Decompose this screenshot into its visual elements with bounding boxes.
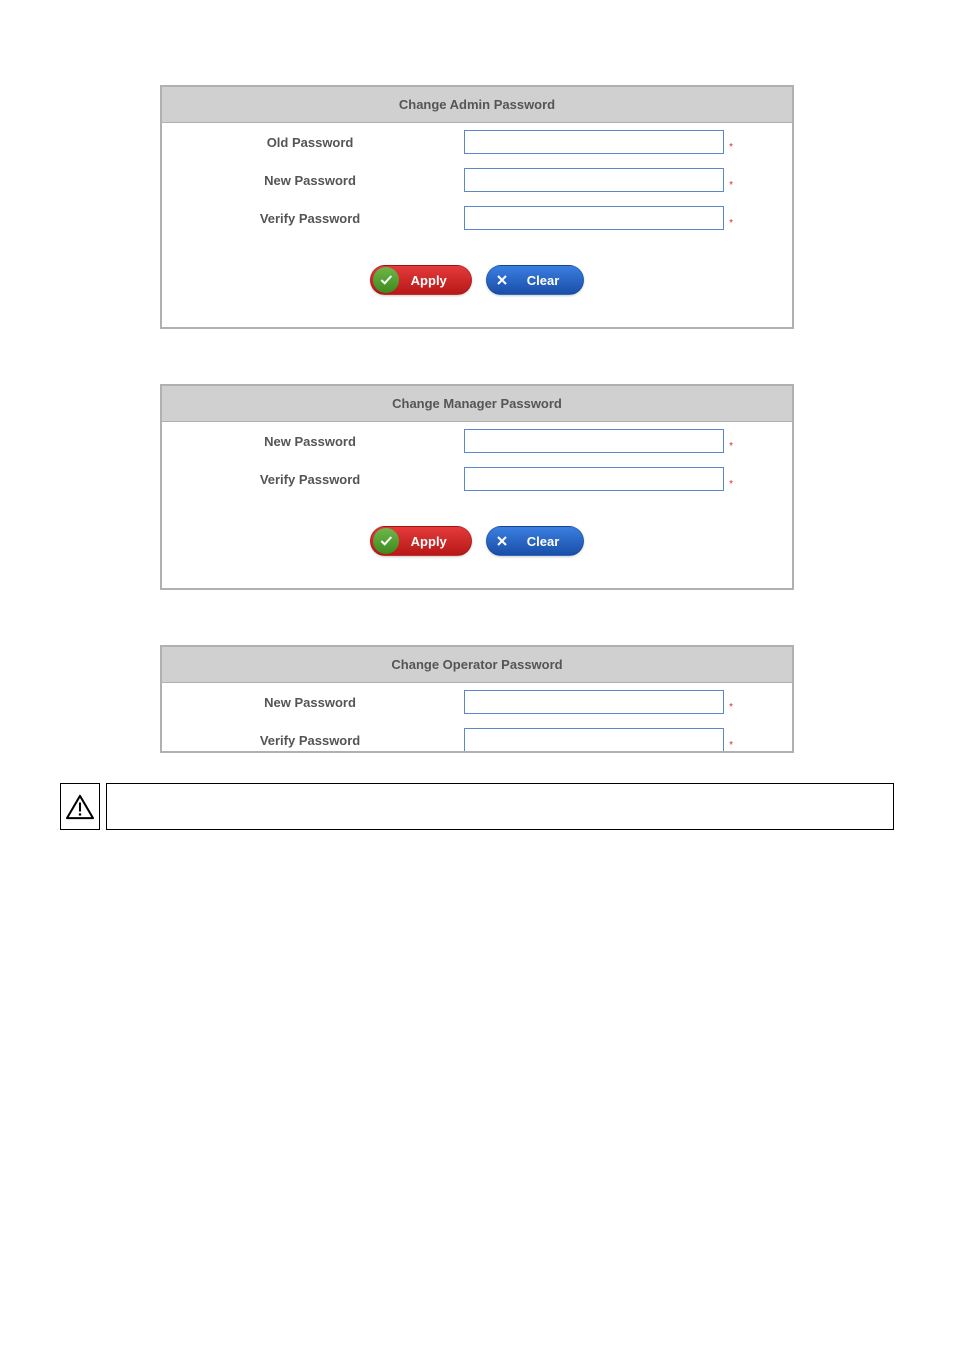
admin-verify-password-input[interactable]: [464, 206, 724, 230]
admin-new-password-input[interactable]: [464, 168, 724, 192]
operator-new-password-row: New Password *: [162, 683, 792, 721]
new-password-label: New Password: [162, 173, 458, 188]
apply-button-label: Apply: [401, 534, 471, 549]
admin-button-row: Apply Clear: [162, 237, 792, 327]
clear-button[interactable]: Clear: [486, 265, 585, 295]
required-mark-icon: *: [729, 740, 733, 751]
new-password-label: New Password: [162, 695, 458, 710]
manager-password-panel: Change Manager Password New Password * V…: [160, 384, 794, 590]
manager-new-password-row: New Password *: [162, 422, 792, 460]
operator-panel-title: Change Operator Password: [162, 647, 792, 683]
manager-panel-title: Change Manager Password: [162, 386, 792, 422]
admin-old-password-row: Old Password *: [162, 123, 792, 161]
old-password-label: Old Password: [162, 135, 458, 150]
apply-button[interactable]: Apply: [370, 265, 472, 295]
verify-password-label: Verify Password: [162, 211, 458, 226]
manager-button-row: Apply Clear: [162, 498, 792, 588]
operator-verify-password-row: Verify Password *: [162, 721, 792, 753]
clear-button-label: Clear: [517, 273, 584, 288]
required-mark-icon: *: [729, 441, 733, 452]
operator-new-password-input[interactable]: [464, 690, 724, 714]
admin-new-password-row: New Password *: [162, 161, 792, 199]
required-mark-icon: *: [729, 218, 733, 229]
required-mark-icon: *: [729, 142, 733, 153]
required-mark-icon: *: [729, 702, 733, 713]
page-wrapper: Change Admin Password Old Password * New…: [0, 0, 954, 753]
x-icon: [489, 528, 515, 554]
verify-password-label: Verify Password: [162, 733, 458, 748]
x-icon: [489, 267, 515, 293]
check-icon: [373, 528, 399, 554]
clear-button[interactable]: Clear: [486, 526, 585, 556]
admin-verify-password-row: Verify Password *: [162, 199, 792, 237]
note-callout: [0, 783, 954, 830]
admin-password-panel: Change Admin Password Old Password * New…: [160, 85, 794, 329]
warning-triangle-icon: [65, 794, 95, 820]
apply-button-label: Apply: [401, 273, 471, 288]
apply-button[interactable]: Apply: [370, 526, 472, 556]
clear-button-label: Clear: [517, 534, 584, 549]
new-password-label: New Password: [162, 434, 458, 449]
warning-icon-cell: [60, 783, 100, 830]
operator-password-panel: Change Operator Password New Password * …: [160, 645, 794, 753]
admin-panel-title: Change Admin Password: [162, 87, 792, 123]
operator-verify-password-input[interactable]: [464, 728, 724, 752]
required-mark-icon: *: [729, 479, 733, 490]
required-mark-icon: *: [729, 180, 733, 191]
note-text: [106, 783, 894, 830]
verify-password-label: Verify Password: [162, 472, 458, 487]
manager-verify-password-input[interactable]: [464, 467, 724, 491]
check-icon: [373, 267, 399, 293]
manager-verify-password-row: Verify Password *: [162, 460, 792, 498]
admin-old-password-input[interactable]: [464, 130, 724, 154]
manager-new-password-input[interactable]: [464, 429, 724, 453]
